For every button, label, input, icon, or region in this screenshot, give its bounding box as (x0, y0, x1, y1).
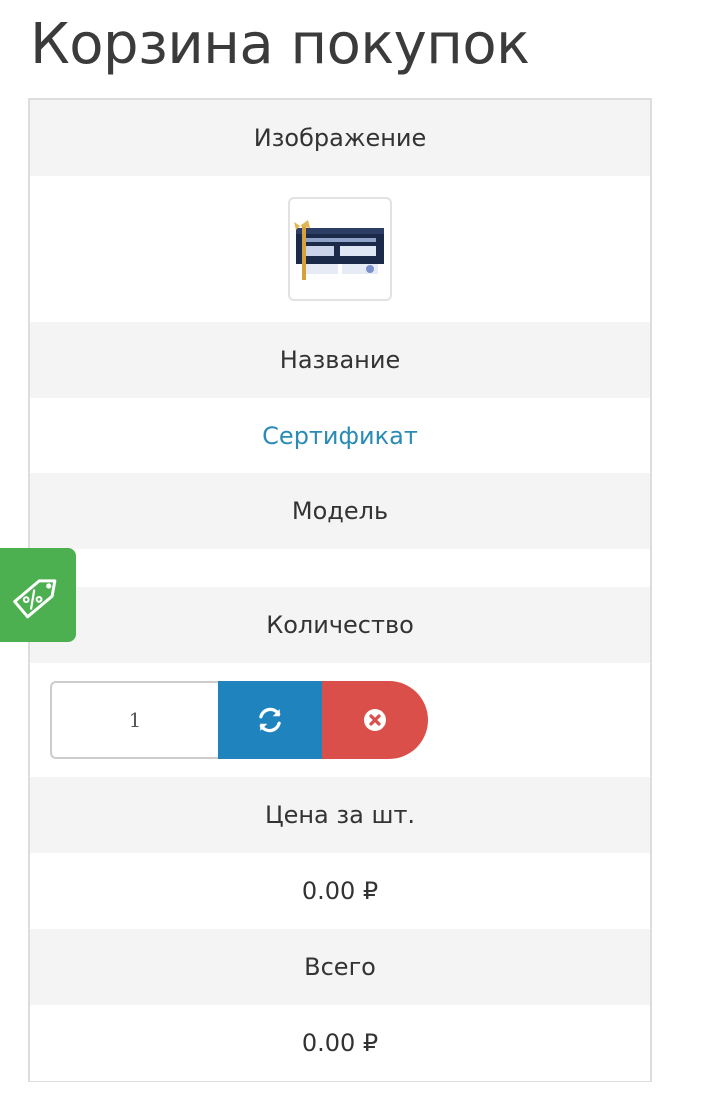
name-row: Сертификат (30, 398, 650, 473)
refresh-icon (259, 707, 281, 733)
model-header: Модель (291, 497, 389, 525)
price-header-row: Цена за шт. (30, 777, 650, 853)
certificate-image (294, 218, 386, 280)
remove-circle-icon (364, 709, 386, 731)
image-row (30, 176, 650, 322)
total-header-row: Всего (30, 929, 650, 1005)
model-row (30, 549, 650, 587)
name-header: Название (279, 346, 401, 374)
image-header-row: Изображение (30, 100, 650, 176)
update-quantity-button[interactable] (218, 681, 322, 759)
promo-tab[interactable] (0, 548, 76, 642)
quantity-header-row: Количество (30, 587, 650, 663)
cart-table: Изображение Название Сертификат Модель К… (28, 98, 652, 1082)
product-thumbnail[interactable] (288, 197, 392, 301)
quantity-row (30, 663, 650, 777)
model-header-row: Модель (30, 473, 650, 549)
quantity-group (50, 681, 428, 759)
image-header: Изображение (253, 124, 427, 152)
remove-item-button[interactable] (322, 681, 428, 759)
price-header: Цена за шт. (264, 801, 416, 829)
price-row: 0.00 ₽ (30, 853, 650, 929)
discount-tag-icon (13, 579, 57, 619)
page-title: Корзина покупок (30, 12, 530, 77)
unit-price: 0.00 ₽ (301, 877, 379, 905)
total-header: Всего (304, 953, 376, 981)
name-header-row: Название (30, 322, 650, 398)
total-row: 0.00 ₽ (30, 1005, 650, 1081)
product-name-link[interactable]: Сертификат (262, 422, 418, 450)
total-price: 0.00 ₽ (301, 1029, 379, 1057)
quantity-header: Количество (266, 611, 414, 639)
quantity-input[interactable] (50, 681, 218, 759)
